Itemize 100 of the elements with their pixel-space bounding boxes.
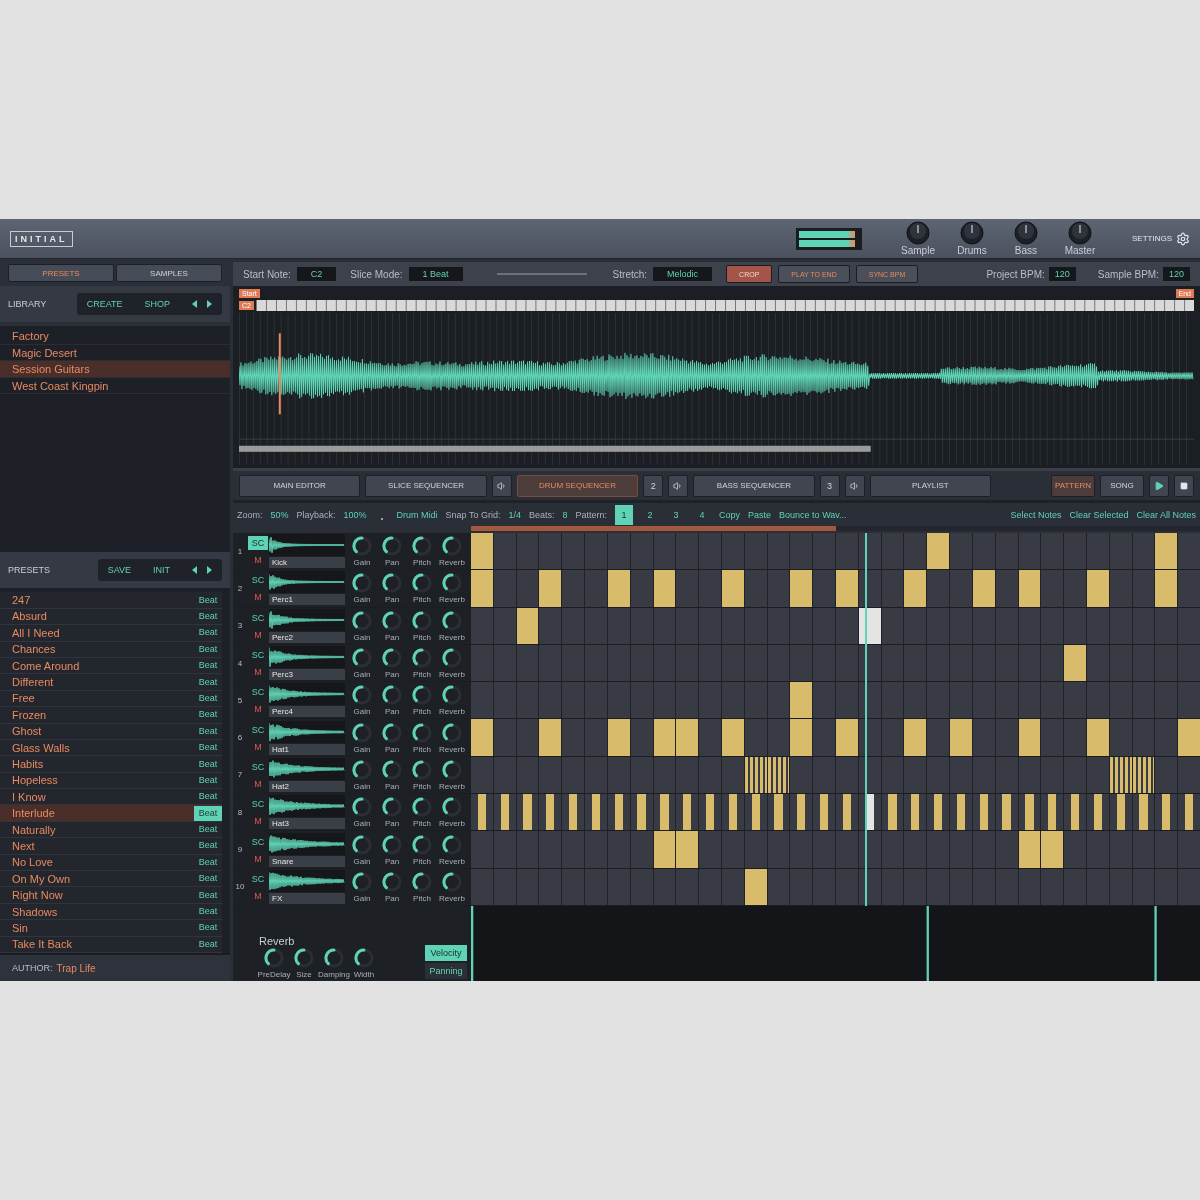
sc-button[interactable]: SC xyxy=(248,536,268,551)
preset-tag: Beat xyxy=(194,822,222,838)
mute-button[interactable]: M xyxy=(248,666,268,679)
preset-name: Ghost xyxy=(12,725,42,738)
sc-button[interactable]: SC xyxy=(248,648,268,663)
lane-tab[interactable]: Panning xyxy=(425,963,467,979)
author-name: Trap Life xyxy=(56,962,96,974)
knob-label: Reverb xyxy=(439,856,465,866)
mute-button[interactable]: M xyxy=(248,852,268,865)
preset-row[interactable]: Different Beat xyxy=(0,674,222,691)
value-field[interactable]: Melodic xyxy=(653,267,713,281)
pattern-button[interactable]: 3 xyxy=(667,504,686,525)
toolbar-link[interactable]: Copy xyxy=(719,509,741,520)
value-field[interactable]: 1 Beat xyxy=(408,267,463,281)
sc-button[interactable]: SC xyxy=(248,610,268,625)
value-field[interactable]: 120 xyxy=(1048,267,1076,281)
knob-label: Gain xyxy=(353,893,371,903)
library-button[interactable]: SHOP xyxy=(144,299,170,309)
sc-button[interactable]: SC xyxy=(248,834,268,849)
preset-name: Habits xyxy=(12,758,44,770)
track-number: 8 xyxy=(236,807,244,817)
mute-button[interactable]: M xyxy=(248,554,268,567)
count-button[interactable]: 3 xyxy=(819,474,840,497)
preset-row[interactable]: Sin Beat xyxy=(0,920,222,937)
toolbar-label: Playback: xyxy=(296,509,336,520)
settings-label[interactable]: SETTINGS xyxy=(1132,234,1172,243)
library-item[interactable]: West Coast Kingpin xyxy=(0,377,230,394)
mute-button[interactable]: M xyxy=(248,628,268,641)
value-field[interactable]: 120 xyxy=(1162,267,1190,281)
preset-name: Interlude xyxy=(12,807,55,820)
preset-row[interactable]: Next Beat xyxy=(0,838,222,855)
editor-tab[interactable]: PLAYLIST xyxy=(869,474,992,497)
sample-name: Perc1 xyxy=(269,594,345,606)
knob-label: PreDelay xyxy=(257,970,291,979)
editor-tab[interactable]: DRUM SEQUENCER xyxy=(516,474,639,497)
sc-button[interactable]: SC xyxy=(248,573,268,588)
library-item[interactable]: Factory xyxy=(0,328,230,345)
mute-button[interactable]: M xyxy=(248,889,268,902)
toolbar-value[interactable]: 100% xyxy=(343,509,367,520)
panel-tab[interactable]: PRESETS xyxy=(8,264,114,282)
pattern-button[interactable]: 2 xyxy=(641,504,660,525)
preset-button[interactable]: SAVE xyxy=(107,565,131,576)
preset-row[interactable]: On My Own Beat xyxy=(0,871,222,888)
preset-row[interactable]: All I Need Beat xyxy=(0,625,222,642)
knob-label: Gain xyxy=(353,707,371,717)
editor-tab[interactable]: BASS SEQUENCER xyxy=(693,474,815,497)
preset-row[interactable]: Frozen Beat xyxy=(0,707,222,724)
mute-button[interactable]: M xyxy=(248,815,268,828)
pattern-button[interactable]: 1 xyxy=(615,504,634,525)
preset-row[interactable]: Interlude Beat xyxy=(0,805,222,822)
pattern-button[interactable]: 4 xyxy=(693,504,712,525)
count-button[interactable]: 2 xyxy=(643,474,664,497)
knob-label: Width xyxy=(353,970,375,979)
sc-button[interactable]: SC xyxy=(248,871,268,886)
value-field[interactable]: C2 xyxy=(296,267,337,281)
preset-name: Glass Walls xyxy=(12,741,70,754)
editor-tab[interactable]: SLICE SEQUENCER xyxy=(365,474,487,497)
preset-button[interactable]: INIT xyxy=(153,565,170,576)
preset-row[interactable]: I Know Beat xyxy=(0,789,222,806)
toolbar-label: Pattern: xyxy=(575,509,608,520)
toolbar-link[interactable]: Bounce to Wav... xyxy=(779,509,847,520)
knob-label: Pan xyxy=(384,781,400,791)
mode-tab[interactable]: PATTERN xyxy=(1051,474,1096,497)
preset-row[interactable]: 247 Beat xyxy=(0,592,222,609)
preset-name: Shadows xyxy=(12,905,58,918)
track-number: 7 xyxy=(236,770,244,780)
mute-button[interactable]: M xyxy=(248,740,268,753)
preset-row[interactable]: Right Now Beat xyxy=(0,887,222,904)
sample-name: Hat2 xyxy=(269,780,345,792)
section-title: LIBRARY xyxy=(8,299,47,309)
mute-button[interactable]: M xyxy=(248,703,268,716)
lane-tab[interactable]: Velocity xyxy=(425,945,467,961)
preset-name: Sin xyxy=(12,921,28,934)
sc-button[interactable]: SC xyxy=(248,797,268,812)
toolbar-link[interactable]: Select Notes xyxy=(1010,509,1062,520)
sc-button[interactable]: SC xyxy=(248,759,268,774)
toolbar-link[interactable]: Clear All Notes xyxy=(1136,509,1196,520)
library-item[interactable]: Session Guitars xyxy=(0,361,230,378)
drum-midi-button[interactable]: Drum Midi xyxy=(396,509,438,520)
sc-button[interactable]: SC xyxy=(248,685,268,700)
library-button[interactable]: CREATE xyxy=(86,299,123,309)
knob-label: Pitch xyxy=(413,856,431,866)
author-label: AUTHOR: xyxy=(12,963,53,973)
toolbar-value[interactable]: 8 xyxy=(562,509,568,520)
knob-label: Pitch xyxy=(413,819,431,829)
toolbar-link[interactable]: Clear Selected xyxy=(1069,509,1129,520)
mute-button[interactable]: M xyxy=(248,777,268,790)
toolbar-link[interactable]: Paste xyxy=(748,509,772,520)
toolbar-value[interactable]: 50% xyxy=(270,509,289,520)
toolbar-value[interactable]: 1/4 xyxy=(508,509,521,520)
sample-name: Perc3 xyxy=(269,669,345,681)
mute-button[interactable]: M xyxy=(248,591,268,604)
preset-name: Different xyxy=(12,676,54,689)
panel-tab[interactable]: SAMPLES xyxy=(116,264,222,282)
field-label: Project BPM: xyxy=(986,268,1045,280)
mode-tab[interactable]: SONG xyxy=(1100,474,1145,497)
preset-row[interactable]: Habits Beat xyxy=(0,756,222,773)
field-label: Stretch: xyxy=(612,268,648,280)
editor-tab[interactable]: MAIN EDITOR xyxy=(239,474,361,497)
sc-button[interactable]: SC xyxy=(248,722,268,737)
